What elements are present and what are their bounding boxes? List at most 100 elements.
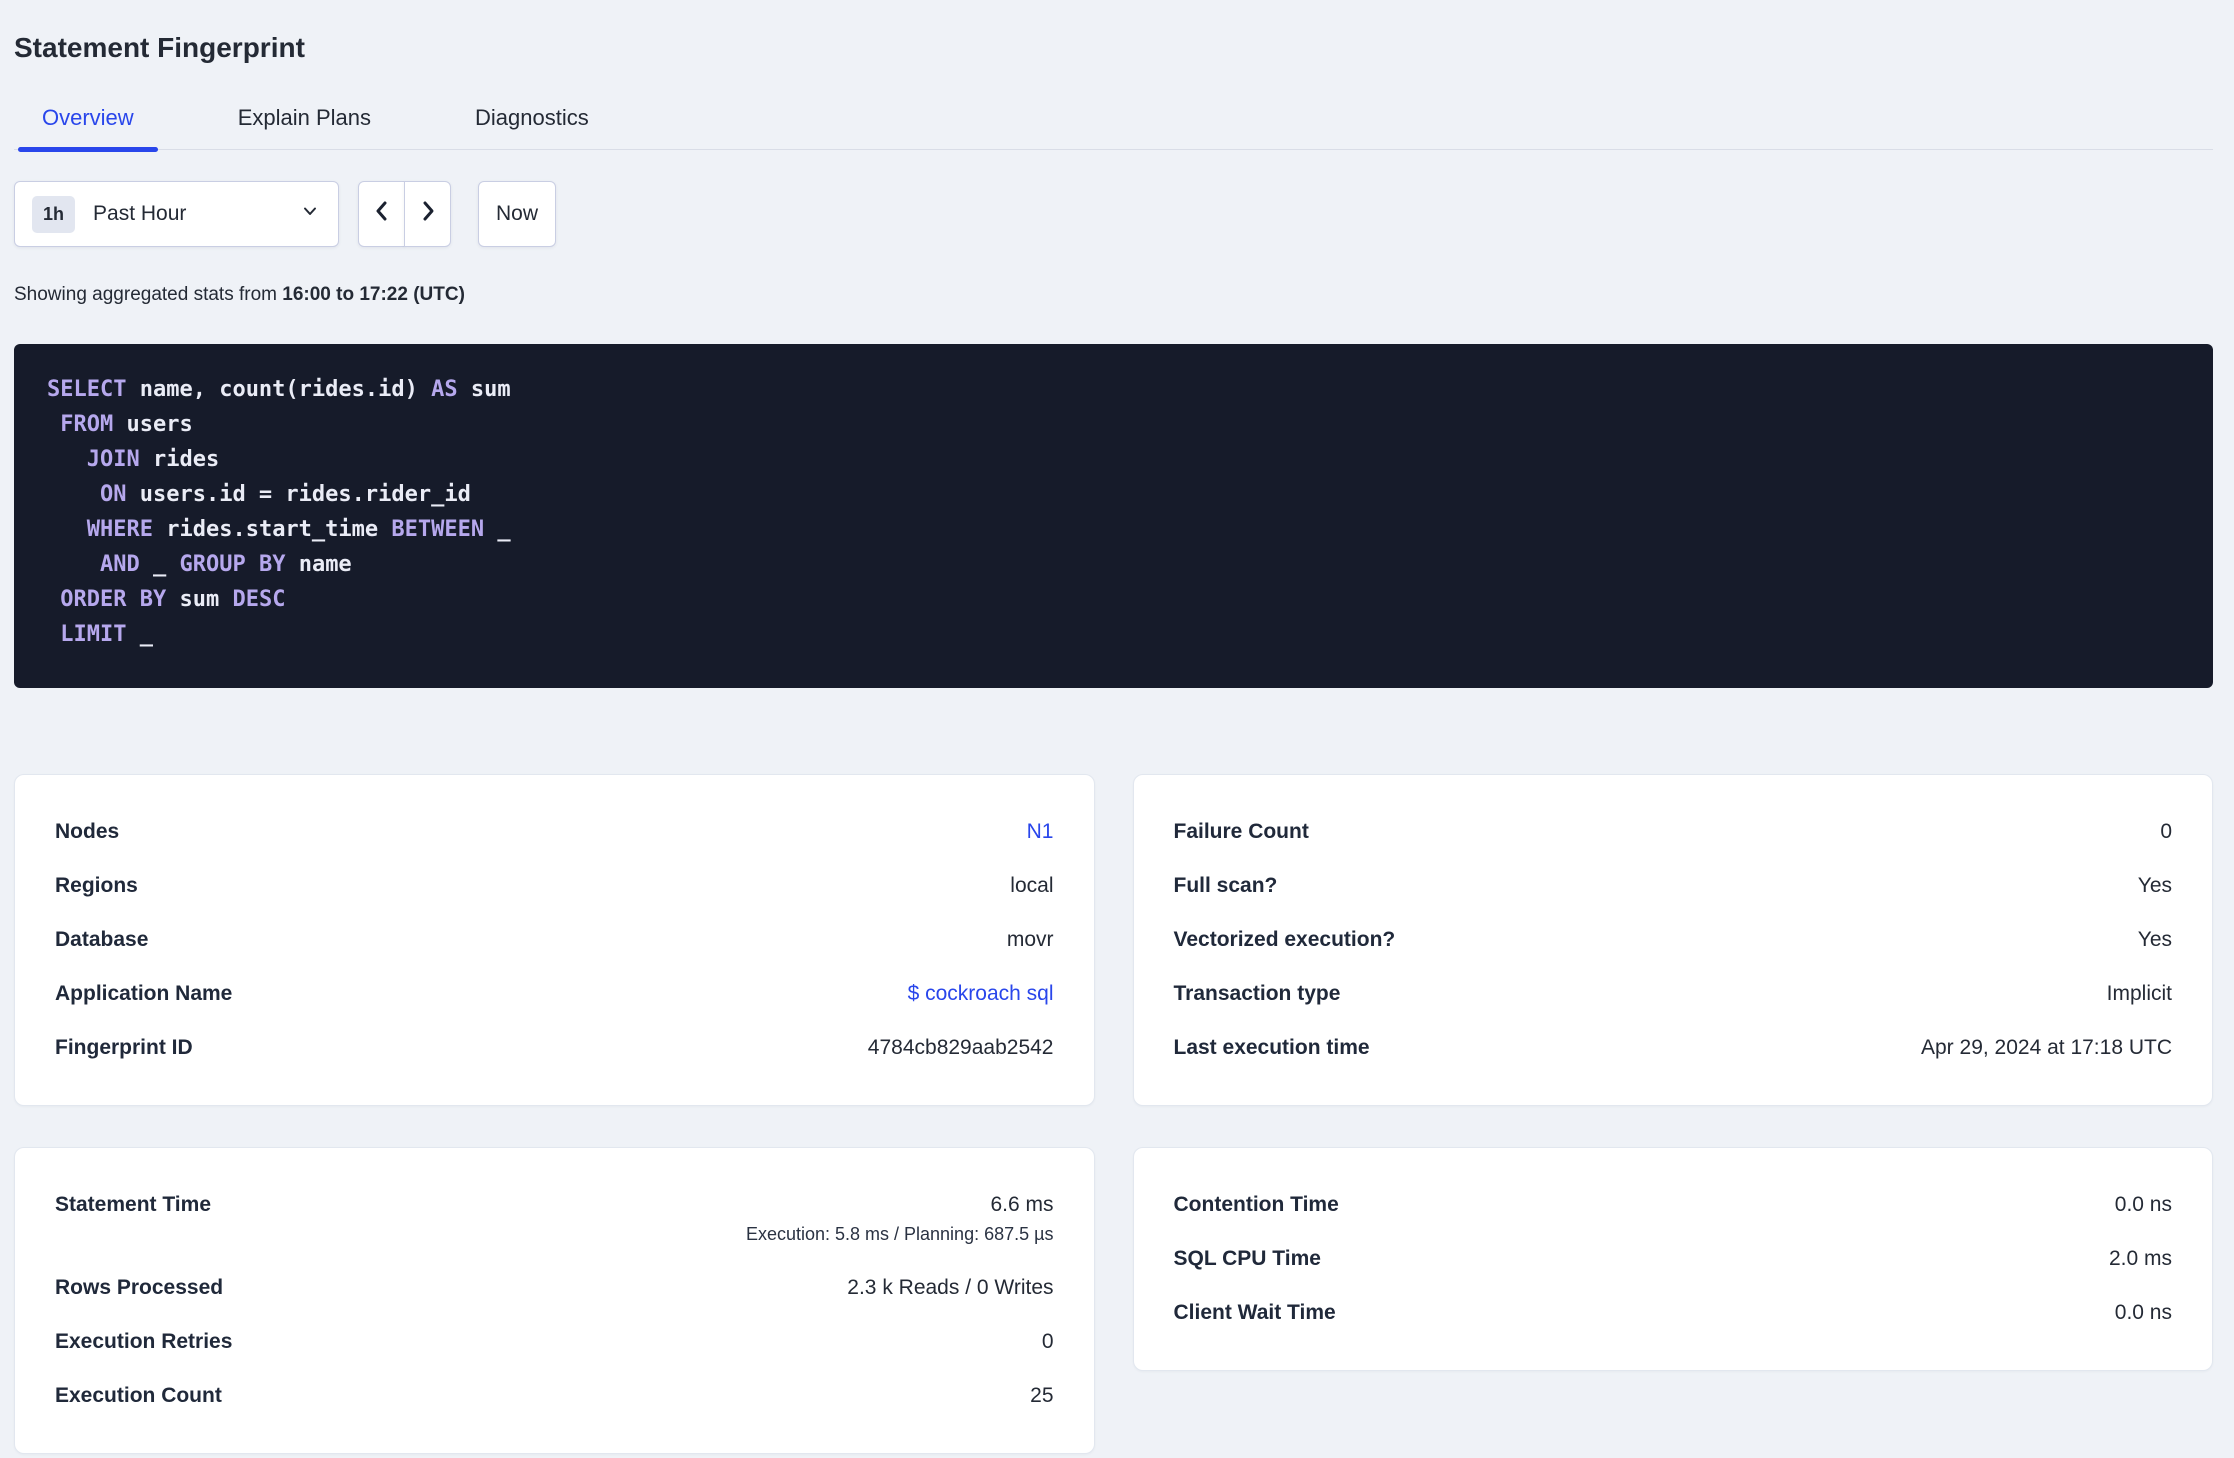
tab-explain-plans[interactable]: Explain Plans [214, 107, 395, 149]
statement-timing-card: Statement Time 6.6 ms Execution: 5.8 ms / … [14, 1147, 1095, 1454]
stats-cards: Nodes N1 Regions local Database movr Applicati… [14, 774, 2213, 1454]
row-client-wait-time: Client Wait Time 0.0 ns [1174, 1286, 2173, 1340]
kv-value: 25 [1030, 1384, 1054, 1407]
time-range-dropdown[interactable]: 1h Past Hour [14, 181, 339, 247]
kv-value: Yes [2137, 874, 2172, 897]
kv-value: 2.3 k Reads / 0 Writes [847, 1276, 1054, 1299]
kv-value-wrap: Yes [2138, 874, 2172, 898]
stats-prefix: Showing aggregated stats from [14, 284, 283, 305]
sql-keyword: BETWEEN [391, 517, 485, 542]
kv-label: Client Wait Time [1173, 1301, 1336, 1324]
chevron-left-icon [371, 198, 393, 230]
chevron-down-icon [299, 200, 321, 228]
tab-bar: Overview Explain Plans Diagnostics [14, 105, 2213, 152]
sql-keyword: SELECT [47, 377, 127, 402]
kv-label: Statement Time [55, 1193, 211, 1216]
next-time-button[interactable] [404, 181, 451, 247]
time-pager [358, 181, 451, 247]
statement-details-card: Nodes N1 Regions local Database movr Applicati… [14, 774, 1095, 1106]
kv-value: Implicit [2106, 982, 2172, 1005]
kv-label: Regions [55, 874, 138, 897]
kv-value-wrap: 2.0 ms [2109, 1247, 2172, 1271]
row-contention-time: Contention Time 0.0 ns [1174, 1178, 2173, 1232]
sql-keyword: GROUP BY [179, 552, 286, 577]
kv-value: 6.6 ms [990, 1193, 1054, 1216]
kv-label: Failure Count [1173, 820, 1309, 843]
code-line: FROM users [47, 407, 2193, 442]
sql-keyword: AS [431, 377, 458, 402]
kv-value-wrap: 2.3 k Reads / 0 Writes [847, 1276, 1053, 1300]
kv-label: Execution Retries [55, 1330, 233, 1353]
code-line: SELECT name, count(rides.id) AS sum [47, 372, 2193, 407]
kv-value-wrap: Implicit [2107, 982, 2172, 1006]
sql-text: _ [126, 622, 153, 647]
sql-text: sum [166, 587, 233, 612]
tab-overview-label: Overview [42, 105, 134, 130]
kv-label: Vectorized execution? [1173, 928, 1396, 951]
previous-time-button[interactable] [358, 181, 405, 247]
kv-value: movr [1006, 928, 1054, 951]
kv-value: Yes [2137, 928, 2172, 951]
sql-keyword: LIMIT [60, 622, 127, 647]
kv-secondary: Execution: 5.8 ms / Planning: 687.5 µs [745, 1224, 1054, 1244]
row-failure-count: Failure Count 0 [1174, 805, 2173, 859]
kv-value-wrap: 4784cb829aab2542 [868, 1036, 1054, 1060]
kv-label: Contention Time [1173, 1193, 1339, 1216]
kv-value: 0 [1041, 1330, 1054, 1353]
row-database: Database movr [55, 913, 1054, 967]
kv-value-wrap: 25 [1030, 1384, 1053, 1408]
nodes-link[interactable]: N1 [1027, 820, 1054, 843]
code-line: ON users.id = rides.rider_id [47, 477, 2193, 512]
wait-time-card: Contention Time 0.0 ns SQL CPU Time 2.0 ms C… [1132, 1147, 2213, 1371]
row-fingerprint-id: Fingerprint ID 4784cb829aab2542 [55, 1021, 1054, 1075]
row-transaction-type: Transaction type Implicit [1174, 967, 2173, 1021]
kv-label: Nodes [55, 820, 120, 843]
kv-value: local [1010, 874, 1054, 897]
row-rows-processed: Rows Processed 2.3 k Reads / 0 Writes [55, 1261, 1054, 1315]
kv-value-wrap: Yes [2138, 928, 2172, 952]
sql-text: name [285, 552, 352, 577]
sql-text: users.id = rides.rider_id [126, 482, 471, 507]
kv-value-wrap: N1 [1027, 820, 1054, 844]
sql-text: rides [139, 447, 220, 472]
tab-overview[interactable]: Overview [18, 105, 158, 152]
row-nodes: Nodes N1 [55, 805, 1054, 859]
kv-value-wrap: 0.0 ns [2115, 1193, 2172, 1217]
sql-keyword: JOIN [86, 447, 140, 472]
row-sql-cpu-time: SQL CPU Time 2.0 ms [1174, 1232, 2173, 1286]
kv-label: Full scan? [1173, 874, 1278, 897]
kv-label: Database [55, 928, 149, 951]
kv-label: Rows Processed [55, 1276, 224, 1299]
code-line: ORDER BY sum DESC [47, 582, 2193, 617]
sql-text: sum [457, 377, 511, 402]
sql-keyword: DESC [232, 587, 286, 612]
row-regions: Regions local [55, 859, 1054, 913]
sql-keyword: ON [99, 482, 127, 507]
sql-keyword: FROM [60, 412, 114, 437]
sql-keyword: ORDER BY [60, 587, 167, 612]
kv-label: Fingerprint ID [55, 1036, 193, 1059]
code-line: AND _ GROUP BY name [47, 547, 2193, 582]
kv-value: Apr 29, 2024 at 17:18 UTC [1921, 1036, 2172, 1059]
sql-keyword: AND [99, 552, 140, 577]
row-execution-retries: Execution Retries 0 [55, 1315, 1054, 1369]
tab-diagnostics[interactable]: Diagnostics [451, 107, 613, 149]
kv-value-wrap: 0.0 ns [2115, 1301, 2172, 1325]
kv-value-wrap: $ cockroach sql [908, 982, 1054, 1006]
application-name-link[interactable]: $ cockroach sql [908, 982, 1054, 1005]
kv-label: Transaction type [1173, 982, 1341, 1005]
kv-label: Application Name [55, 982, 233, 1005]
kv-value-wrap: 6.6 ms Execution: 5.8 ms / Planning: 687.… [746, 1193, 1054, 1246]
now-button[interactable]: Now [478, 181, 557, 247]
sql-text: rides.start_time [152, 517, 392, 542]
tab-diagnostics-label: Diagnostics [475, 105, 589, 130]
row-last-execution-time: Last execution time Apr 29, 2024 at 17:18… [1174, 1021, 2173, 1075]
kv-value-wrap: 0 [1042, 1330, 1054, 1354]
sql-text: name, count(rides.id) [126, 377, 432, 402]
